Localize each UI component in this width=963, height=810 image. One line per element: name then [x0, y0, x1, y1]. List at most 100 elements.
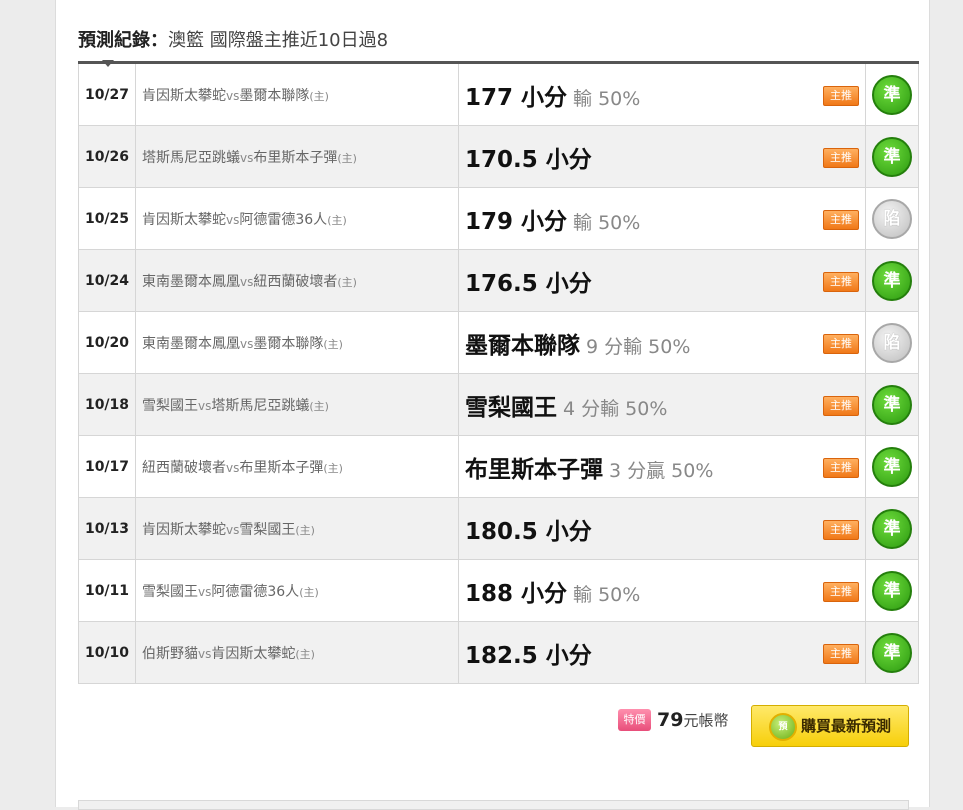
- row-match: 雪梨國王vs塔斯馬尼亞跳蟻(主): [135, 373, 459, 436]
- pick-main: 177 小分: [465, 84, 568, 111]
- away-team: 東南墨爾本鳳凰: [142, 335, 240, 352]
- pick-detail: 輸 50%: [573, 211, 641, 234]
- main-pick-badge: 主推: [823, 581, 859, 602]
- row-date: 10/17: [78, 435, 136, 498]
- result-icon: 準: [872, 508, 912, 549]
- heading-colon: ：: [150, 30, 168, 51]
- records-table: 10/27 肯因斯太攀蛇vs墨爾本聯隊(主) 177 小分輸 50% 主推準 10/26…: [78, 61, 919, 684]
- next-section-bar: [78, 800, 909, 810]
- heading-description: 澳籃 國際盤主推近10日過8: [168, 30, 389, 51]
- row-date: 10/13: [78, 497, 136, 560]
- row-date: 10/20: [78, 311, 136, 374]
- row-pick: 179 小分輸 50% 主推: [458, 187, 866, 250]
- away-team: 雪梨國王: [142, 583, 198, 600]
- home-marker: (主): [299, 585, 319, 599]
- pick-main: 176.5 小分: [465, 270, 592, 297]
- row-result: 準: [865, 125, 919, 188]
- table-row: 10/24 東南墨爾本鳳凰vs紐西蘭破壞者(主) 176.5 小分 主推準: [78, 249, 919, 312]
- away-team: 肯因斯太攀蛇: [142, 211, 226, 228]
- row-date: 10/11: [78, 559, 136, 622]
- row-pick: 177 小分輸 50% 主推: [458, 62, 866, 126]
- home-team: 雪梨國王: [239, 521, 296, 538]
- row-pick: 170.5 小分 主推: [458, 125, 866, 188]
- vs-label: vs: [240, 150, 254, 165]
- away-team: 伯斯野貓: [142, 645, 198, 662]
- main-pick-badge: 主推: [823, 395, 859, 416]
- pick-main: 雪梨國王: [465, 394, 557, 421]
- main-pick-badge: 主推: [823, 147, 859, 168]
- vs-label: vs: [226, 212, 240, 227]
- vs-label: vs: [226, 460, 240, 475]
- price-amount: 79: [657, 709, 684, 731]
- result-icon: 準: [872, 260, 912, 301]
- row-result: 準: [865, 621, 919, 684]
- home-marker: (主): [323, 461, 343, 475]
- row-pick: 188 小分輸 50% 主推: [458, 559, 866, 622]
- pick-detail: 9 分輸 50%: [586, 335, 691, 358]
- row-match: 東南墨爾本鳳凰vs墨爾本聯隊(主): [135, 311, 459, 374]
- away-team: 肯因斯太攀蛇: [142, 87, 226, 104]
- main-pick-badge: 主推: [823, 333, 859, 354]
- row-match: 肯因斯太攀蛇vs墨爾本聯隊(主): [135, 62, 459, 126]
- row-date: 10/25: [78, 187, 136, 250]
- result-icon: 準: [872, 632, 912, 673]
- row-match: 東南墨爾本鳳凰vs紐西蘭破壞者(主): [135, 249, 459, 312]
- row-date: 10/18: [78, 373, 136, 436]
- pick-main: 布里斯本子彈: [465, 456, 603, 483]
- away-team: 紐西蘭破壞者: [142, 459, 226, 476]
- home-team: 墨爾本聯隊: [239, 87, 310, 104]
- row-result: 準: [865, 249, 919, 312]
- table-row: 10/11 雪梨國王vs阿德雷德36人(主) 188 小分輸 50% 主推準: [78, 559, 919, 622]
- table-row: 10/26 塔斯馬尼亞跳蟻vs布里斯本子彈(主) 170.5 小分 主推準: [78, 125, 919, 188]
- row-match: 伯斯野貓vs肯因斯太攀蛇(主): [135, 621, 459, 684]
- section-heading: 預測紀錄：澳籃 國際盤主推近10日過8: [78, 26, 388, 52]
- table-row: 10/25 肯因斯太攀蛇vs阿德雷德36人(主) 179 小分輸 50% 主推陷: [78, 187, 919, 250]
- row-pick: 墨爾本聯隊 9 分輸 50% 主推: [458, 311, 866, 374]
- pick-main: 182.5 小分: [465, 642, 592, 669]
- row-date: 10/27: [78, 62, 136, 126]
- home-team: 阿德雷德36人: [211, 583, 300, 600]
- row-result: 準: [865, 559, 919, 622]
- table-row: 10/27 肯因斯太攀蛇vs墨爾本聯隊(主) 177 小分輸 50% 主推準: [78, 62, 919, 126]
- main-pick-badge: 主推: [823, 643, 859, 664]
- vs-label: vs: [240, 336, 254, 351]
- pick-main: 墨爾本聯隊: [465, 332, 580, 359]
- row-match: 紐西蘭破壞者vs布里斯本子彈(主): [135, 435, 459, 498]
- vs-label: vs: [240, 274, 254, 289]
- vs-label: vs: [198, 398, 212, 413]
- table-row: 10/18 雪梨國王vs塔斯馬尼亞跳蟻(主) 雪梨國王 4 分輸 50% 主推準: [78, 373, 919, 436]
- row-result: 準: [865, 62, 919, 126]
- result-icon: 準: [872, 384, 912, 425]
- row-result: 陷: [865, 311, 919, 374]
- pick-detail: 輸 50%: [573, 583, 641, 606]
- medal-icon: 預: [768, 712, 797, 741]
- main-pick-badge: 主推: [823, 457, 859, 478]
- row-match: 肯因斯太攀蛇vs阿德雷德36人(主): [135, 187, 459, 250]
- table-row: 10/20 東南墨爾本鳳凰vs墨爾本聯隊(主) 墨爾本聯隊 9 分輸 50% 主推陷: [78, 311, 919, 374]
- row-pick: 182.5 小分 主推: [458, 621, 866, 684]
- result-icon: 準: [872, 136, 912, 177]
- home-marker: (主): [323, 337, 343, 351]
- result-icon: 陷: [872, 322, 912, 363]
- prediction-panel: 預測紀錄：澳籃 國際盤主推近10日過8 10/27 肯因斯太攀蛇vs墨爾本聯隊(主…: [55, 0, 930, 810]
- away-team: 東南墨爾本鳳凰: [142, 273, 240, 290]
- pick-main: 188 小分: [465, 580, 568, 607]
- result-icon: 準: [872, 74, 912, 115]
- vs-label: vs: [226, 522, 240, 537]
- buy-latest-prediction-button[interactable]: 預購買最新預測: [751, 705, 909, 747]
- row-result: 陷: [865, 187, 919, 250]
- home-team: 阿德雷德36人: [239, 211, 328, 228]
- row-match: 雪梨國王vs阿德雷德36人(主): [135, 559, 459, 622]
- home-team: 肯因斯太攀蛇: [211, 645, 296, 662]
- row-date: 10/26: [78, 125, 136, 188]
- heading-label: 預測紀錄: [78, 30, 150, 51]
- pick-main: 179 小分: [465, 208, 568, 235]
- row-result: 準: [865, 373, 919, 436]
- home-team: 紐西蘭破壞者: [253, 273, 338, 290]
- vs-label: vs: [198, 584, 212, 599]
- pick-main: 180.5 小分: [465, 518, 592, 545]
- result-icon: 陷: [872, 198, 912, 239]
- home-team: 布里斯本子彈: [253, 149, 338, 166]
- row-pick: 布里斯本子彈 3 分贏 50% 主推: [458, 435, 866, 498]
- pick-detail: 4 分輸 50%: [563, 397, 668, 420]
